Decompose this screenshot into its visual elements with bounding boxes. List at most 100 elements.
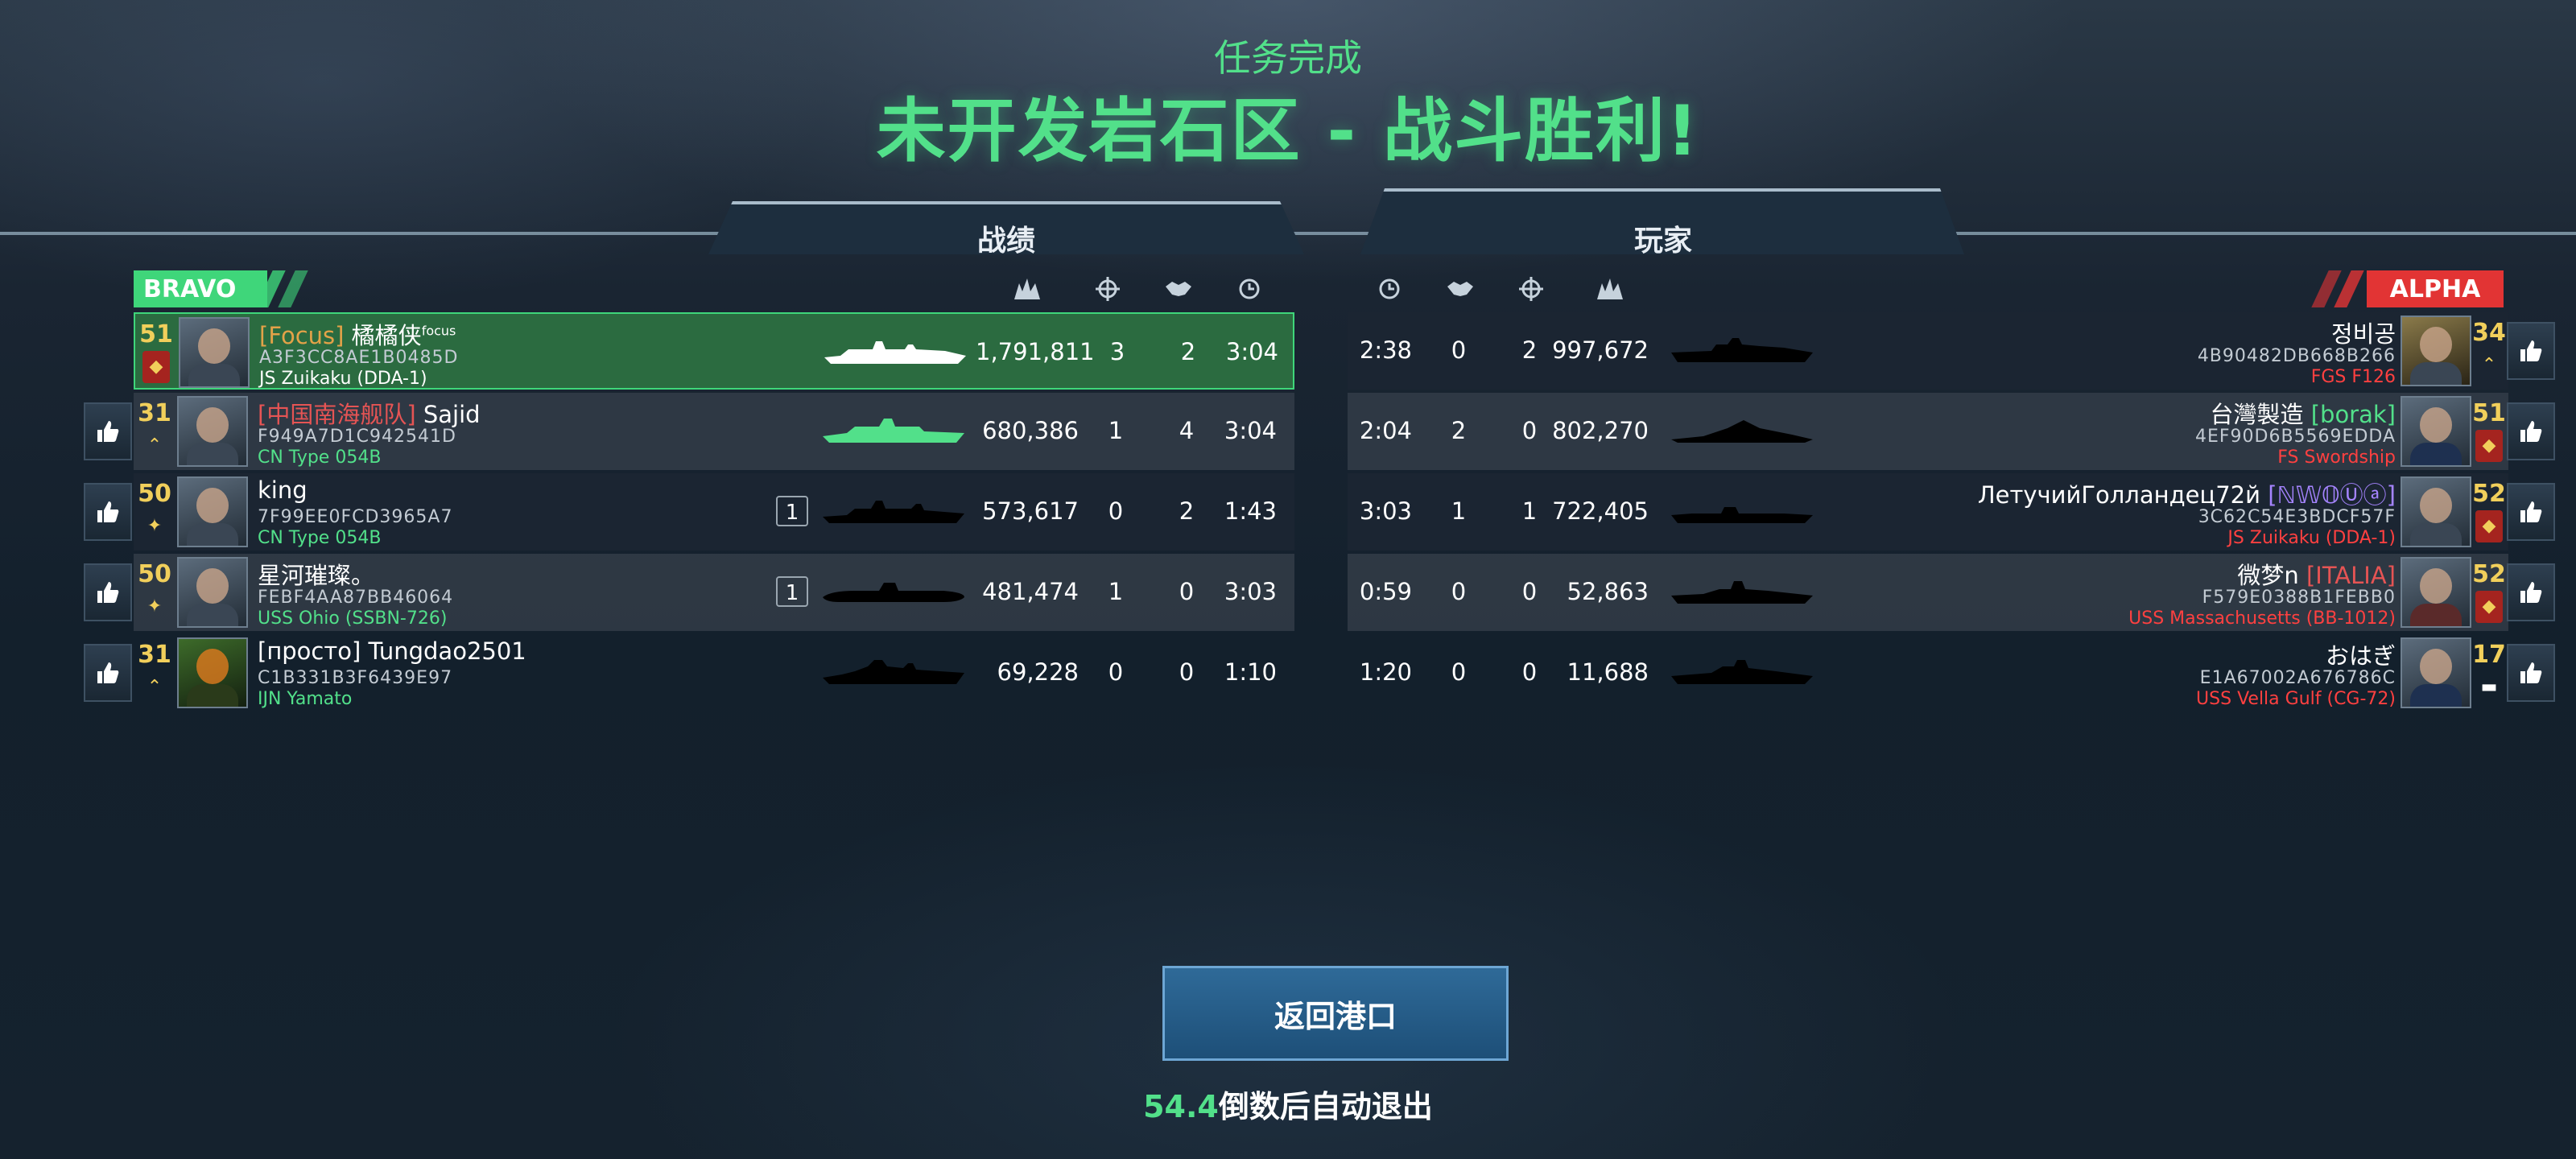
kills-value: 1: [1108, 417, 1124, 444]
rank-badge-icon: ◆: [2475, 430, 2503, 462]
left-player-row[interactable]: 51 ◆ [Focus] 橘橘侠focus A3F3CC8AE1B0485D J…: [134, 312, 1294, 390]
player-nickname: Sajid: [415, 401, 481, 428]
like-button[interactable]: [2507, 322, 2555, 380]
like-button[interactable]: [2507, 563, 2555, 621]
damage-icon: [1596, 277, 1624, 301]
time-value: 1:43: [1224, 497, 1277, 525]
avatar: [2401, 476, 2471, 547]
damage-value: 802,270: [1552, 417, 1649, 444]
player-name: 微梦n [ITALIA]: [2237, 557, 2396, 591]
submarine-silhouette-icon: [823, 583, 964, 602]
right-player-row[interactable]: 3:03 1 1 722,405 ЛетучийГолландец72й [ℕ𝕎…: [1348, 473, 2508, 551]
thumbs-up-icon: [97, 501, 119, 522]
left-player-row[interactable]: 31 ⌃ [просто] Tungdao2501 C1B331B3F6439E…: [134, 634, 1294, 711]
avatar: [179, 317, 250, 388]
assists-value: 0: [1451, 578, 1467, 605]
like-button[interactable]: [84, 563, 132, 621]
ship-name: JS Zuikaku (DDA-1): [2227, 528, 2396, 548]
avatar: [177, 396, 248, 467]
ship-silhouette-icon: [1671, 660, 1813, 684]
damage-value: 573,617: [982, 497, 1079, 525]
handshake-icon: [1446, 277, 1475, 301]
countdown-label: 倒数后自动退出: [1218, 1089, 1433, 1124]
player-id: 4EF90D6B5569EDDA: [2194, 427, 2396, 447]
time-value: 3:04: [1224, 417, 1277, 444]
ship-silhouette-icon: [823, 660, 964, 684]
left-player-row[interactable]: 50 ✦ king 7F99EE0FCD3965A7 CN Type 054B …: [134, 473, 1294, 551]
rank-bar-icon: ▬: [2480, 677, 2498, 697]
assists-value: 0: [1179, 578, 1195, 605]
ship-name: FS Swordship: [2277, 448, 2396, 468]
kills-value: 3: [1109, 338, 1125, 365]
damage-value: 481,474: [982, 578, 1079, 605]
rank-badge-icon: ◆: [142, 351, 170, 383]
damage-value: 997,672: [1552, 336, 1649, 364]
player-nickname: 정비공: [2330, 320, 2396, 348]
avatar: [177, 557, 248, 628]
player-id: F949A7D1C942541D: [258, 427, 456, 447]
clan-tag: [ℕ𝕎𝕆Ⓤⓐ]: [2268, 481, 2396, 509]
like-button[interactable]: [2507, 483, 2555, 541]
thumbs-up-icon: [97, 662, 119, 683]
ship-name: USS Massachusetts (BB-1012): [2128, 608, 2396, 629]
ship-name: CN Type 054B: [258, 448, 382, 468]
player-id: 4B90482DB668B266: [2197, 346, 2396, 366]
thumbs-up-icon: [2520, 501, 2542, 522]
player-id: 3C62C54E3BDCF57F: [2198, 507, 2396, 527]
rank-chevron-icon: ⌃: [147, 435, 163, 456]
left-player-row[interactable]: 31 ⌃ [中国南海舰队] Sajid F949A7D1C942541D CN …: [134, 393, 1294, 470]
like-button[interactable]: [84, 483, 132, 541]
player-level: 51: [139, 320, 173, 349]
assists-value: 4: [1179, 417, 1195, 444]
rank-wings-icon: ✦: [147, 596, 163, 617]
right-player-row[interactable]: 1:20 0 0 11,688 おはぎ E1A67002A676786C USS…: [1348, 634, 2508, 711]
ship-silhouette-icon: [1671, 581, 1813, 604]
clock-icon: [1375, 277, 1404, 301]
player-level: 52: [2472, 480, 2506, 508]
crosshair-icon: [1093, 277, 1122, 301]
ship-name: JS Zuikaku (DDA-1): [259, 369, 427, 389]
rank-chevron-icon: ⌃: [147, 677, 163, 697]
clan-tag: [Focus]: [259, 322, 345, 349]
like-button[interactable]: [84, 644, 132, 702]
clock-icon: [1235, 277, 1264, 301]
team-alpha-tag: ALPHA: [2367, 270, 2504, 307]
thumbs-up-icon: [97, 582, 119, 603]
thumbs-up-icon: [2520, 582, 2542, 603]
player-name: [中国南海舰队] Sajid: [258, 396, 481, 430]
damage-value: 680,386: [982, 417, 1079, 444]
assists-value: 0: [1179, 658, 1195, 686]
like-button[interactable]: [2507, 644, 2555, 702]
battle-result-title: 未开发岩石区 - 战斗胜利!: [876, 91, 1700, 171]
time-value: 1:10: [1224, 658, 1277, 686]
right-player-row[interactable]: 2:04 2 0 802,270 台灣製造 [borak] 4EF90D6B55…: [1348, 393, 2508, 470]
time-value: 2:38: [1359, 336, 1412, 364]
player-nickname: 微梦n: [2237, 562, 2306, 589]
right-player-row[interactable]: 0:59 0 0 52,863 微梦n [ITALIA] F579E0388B1…: [1348, 554, 2508, 631]
player-level: 50: [138, 480, 171, 508]
crosshair-icon: [1517, 277, 1546, 301]
ship-name: CN Type 054B: [258, 528, 382, 548]
time-value: 3:04: [1225, 338, 1278, 365]
assists-value: 2: [1179, 497, 1195, 525]
like-button[interactable]: [2507, 402, 2555, 460]
player-level: 50: [138, 560, 171, 588]
ship-silhouette-icon: [824, 341, 966, 364]
ship-silhouette-icon: [823, 419, 964, 443]
tab-players-label: 玩家: [1633, 225, 1692, 258]
damage-value: 69,228: [997, 658, 1079, 686]
ship-name: FGS F126: [2310, 367, 2396, 387]
avatar: [177, 476, 248, 547]
rank-badge-icon: ◆: [2475, 510, 2503, 542]
return-to-port-button[interactable]: 返回港口: [1162, 966, 1509, 1061]
thumbs-up-icon: [2520, 662, 2542, 683]
right-player-row[interactable]: 2:38 0 2 997,672 정비공 4B90482DB668B266 FG…: [1348, 312, 2508, 390]
assists-value: 2: [1451, 417, 1467, 444]
player-name: [Focus] 橘橘侠focus: [259, 317, 456, 351]
left-player-row[interactable]: 50 ✦ 星河璀璨。 FEBF4AA87BB46064 USS Ohio (SS…: [134, 554, 1294, 631]
like-button[interactable]: [84, 402, 132, 460]
avatar: [2401, 316, 2471, 386]
player-nickname: 台灣製造: [2210, 401, 2311, 428]
avatar: [2401, 396, 2471, 467]
thumbs-up-icon: [2520, 340, 2542, 361]
